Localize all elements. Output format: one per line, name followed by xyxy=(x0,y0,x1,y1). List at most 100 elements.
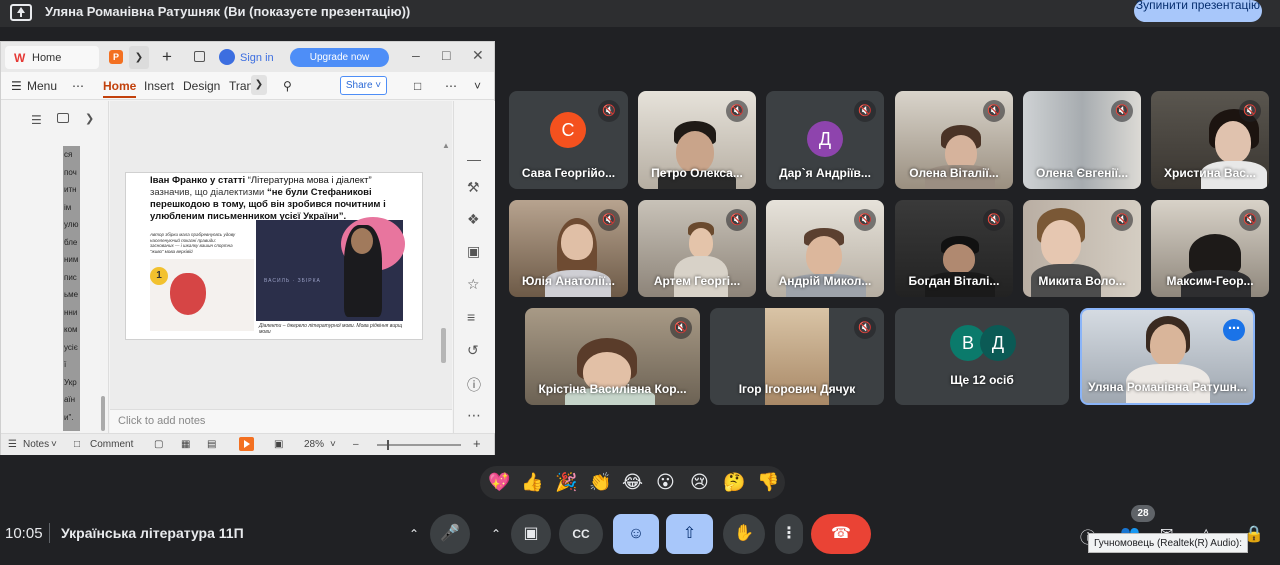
participant-tile[interactable]: 🔇 Олена Євгенії... xyxy=(1023,91,1141,189)
reaction-thumbs-up[interactable]: 👍 xyxy=(521,472,543,493)
signin-link[interactable]: Sign in xyxy=(240,52,274,64)
camera-icon[interactable]: ▣ xyxy=(511,514,551,554)
leave-call-icon[interactable]: ☎ xyxy=(811,514,871,554)
notes-toggle[interactable]: Notes xyxy=(23,439,49,450)
play-slideshow-icon[interactable] xyxy=(239,437,254,451)
zoom-slider-knob[interactable] xyxy=(387,440,389,450)
slides-view-icon[interactable] xyxy=(57,113,69,123)
participant-tile[interactable]: 🔇 Богдан Віталі... xyxy=(895,200,1013,297)
reaction-surprised[interactable]: 😮 xyxy=(656,472,675,493)
tab-insert[interactable]: Insert xyxy=(144,79,174,93)
search-icon[interactable]: ⚲ xyxy=(283,79,292,93)
more-dots-icon[interactable]: ⋯ xyxy=(72,79,84,93)
reaction-thinking[interactable]: 🤔 xyxy=(723,472,745,493)
zoom-level[interactable]: 28% xyxy=(304,439,324,450)
reaction-party[interactable]: 🎉 xyxy=(555,472,577,493)
reaction-laugh[interactable]: 😂 xyxy=(622,472,643,493)
hamburger-icon[interactable]: ☰ xyxy=(11,79,22,93)
wps-tab-home[interactable]: W Home xyxy=(5,46,99,69)
mic-off-icon: 🔇 xyxy=(1111,100,1133,122)
participant-tile[interactable]: 🔇 Артем Георгі... xyxy=(638,200,756,297)
more-tools-icon[interactable]: ⋯ xyxy=(467,407,481,424)
slide-sorter-icon[interactable]: ▦ xyxy=(181,439,190,450)
mic-icon[interactable]: 🎤 xyxy=(430,514,470,554)
zoom-in-icon[interactable]: + xyxy=(473,436,481,451)
star-icon[interactable]: ☆ xyxy=(467,276,480,293)
ribbon-more-icon[interactable]: ⋯ xyxy=(445,79,457,93)
reaction-sad[interactable]: 😢 xyxy=(690,472,709,493)
reaction-thumbs-down[interactable]: 👎 xyxy=(757,472,779,493)
participant-name: Дар`я Андріїв... xyxy=(779,166,871,180)
more-options-vertical-icon[interactable]: ⋮ xyxy=(775,514,803,554)
history-icon[interactable]: ↺ xyxy=(467,342,479,359)
comment-icon[interactable]: □ xyxy=(414,79,421,93)
stop-presenting-button[interactable]: Зупинити презентацію xyxy=(1134,0,1262,22)
minimize-panel-icon[interactable]: — xyxy=(467,151,481,167)
normal-view-icon[interactable]: ▢ xyxy=(154,439,163,450)
fit-window-icon[interactable]: ▣ xyxy=(274,439,283,450)
comment-toggle[interactable]: Comment xyxy=(90,439,133,450)
zoom-out-icon[interactable]: – xyxy=(353,439,359,450)
maximize-icon[interactable]: □ xyxy=(442,47,450,63)
participant-tile[interactable]: 🔇 Максим-Геор... xyxy=(1151,200,1269,297)
upgrade-button[interactable]: Upgrade now xyxy=(290,48,389,67)
scroll-up-icon[interactable]: ▲ xyxy=(442,141,450,150)
emoji-reactions-icon[interactable]: ☺ xyxy=(613,514,659,554)
transform-icon[interactable]: ❖ xyxy=(467,211,480,228)
participant-tile[interactable]: 🔇 Петро Олекса... xyxy=(638,91,756,189)
new-tab-plus-icon[interactable]: + xyxy=(162,47,172,67)
captions-icon[interactable]: CC xyxy=(559,514,603,554)
help-icon[interactable]: ⓘ xyxy=(467,375,481,395)
slides-icon[interactable]: ▣ xyxy=(467,243,480,260)
comment-status-icon[interactable]: □ xyxy=(74,439,80,450)
reaction-heart[interactable]: 💖 xyxy=(488,472,510,493)
share-button[interactable]: Share ˅ xyxy=(340,76,387,95)
canvas-scrollbar[interactable] xyxy=(441,328,446,363)
participant-tile[interactable]: 🔇 Юлія Анатолії... xyxy=(509,200,628,297)
slide-left-note: Автор збірки мала прабревнуєвсь удову на… xyxy=(150,232,236,254)
participant-tile[interactable]: 🔇 Микита Воло... xyxy=(1023,200,1141,297)
portrait-caption: ВАСИЛЬ · ЗБІРКА xyxy=(264,278,321,284)
present-screen-button-icon[interactable]: ⇧ xyxy=(666,514,713,554)
zoom-dropdown-icon[interactable]: ˅ xyxy=(330,439,336,450)
reaction-clap[interactable]: 👏 xyxy=(589,472,611,493)
self-view-tile[interactable]: ⋯ Уляна Романівна Ратушн... xyxy=(1080,308,1255,405)
ribbon-scroll-right-icon[interactable]: ❯ xyxy=(251,75,267,95)
participant-tile[interactable]: 🔇 Андрій Микол... xyxy=(766,200,884,297)
notes-dropdown-icon[interactable]: ˅ xyxy=(51,439,57,450)
outline-view-icon[interactable]: ☰ xyxy=(31,113,42,127)
participant-tile[interactable]: 🔇 Д Дар`я Андріїв... xyxy=(766,91,884,189)
participant-tile[interactable]: 🔇 Христина Вас... xyxy=(1151,91,1269,189)
participant-tile[interactable]: 🔇 С Сава Георгійо... xyxy=(509,91,628,189)
tools-icon[interactable]: ⚒ xyxy=(467,179,480,196)
more-participants-tile[interactable]: В Д Ще 12 осіб xyxy=(895,308,1069,405)
participant-name: Сава Георгійо... xyxy=(521,166,616,180)
thumbnail-scrollbar[interactable] xyxy=(101,396,105,431)
window-list-icon[interactable] xyxy=(194,51,205,62)
notes-area[interactable]: Click to add notes xyxy=(110,409,452,433)
tab-transitions[interactable]: Tran xyxy=(229,79,253,93)
reading-view-icon[interactable]: ▤ xyxy=(207,439,216,450)
ppt-file-icon[interactable]: P xyxy=(109,50,123,64)
zoom-slider[interactable] xyxy=(377,444,461,446)
pane-expand-icon[interactable]: ❯ xyxy=(85,112,94,125)
sliders-icon[interactable]: ≡ xyxy=(467,309,475,325)
tab-scroll-right-icon[interactable]: ❯ xyxy=(129,46,149,69)
raise-hand-icon[interactable]: ✋ xyxy=(723,514,765,554)
participant-tile[interactable]: 🔇 Олена Віталії... xyxy=(895,91,1013,189)
audio-options-chevron-icon[interactable]: ⌃ xyxy=(398,514,430,554)
user-avatar-icon[interactable] xyxy=(219,49,235,65)
tab-home[interactable]: Home xyxy=(103,79,137,98)
current-slide[interactable]: Іван Франко у статті “Літературна мова і… xyxy=(125,172,423,340)
menu-button[interactable]: Menu xyxy=(27,79,57,93)
more-options-icon[interactable]: ⋯ xyxy=(1223,319,1245,341)
minimize-icon[interactable]: – xyxy=(412,47,420,63)
close-icon[interactable]: ✕ xyxy=(472,47,484,64)
tab-design[interactable]: Design xyxy=(183,79,220,93)
ribbon-collapse-icon[interactable]: ˅ xyxy=(474,79,481,93)
participant-tile[interactable]: 🔇 Крістіна Василівна Кор... xyxy=(525,308,700,405)
video-options-chevron-icon[interactable]: ⌃ xyxy=(480,514,512,554)
notes-toggle-icon[interactable]: ☰ xyxy=(8,439,17,450)
participant-tile[interactable]: 🔇 Ігор Ігорович Дячук xyxy=(710,308,884,405)
slide-thumbnail[interactable]: ся поч итн ім улю бле ним пис ьме нни ко… xyxy=(63,146,80,431)
